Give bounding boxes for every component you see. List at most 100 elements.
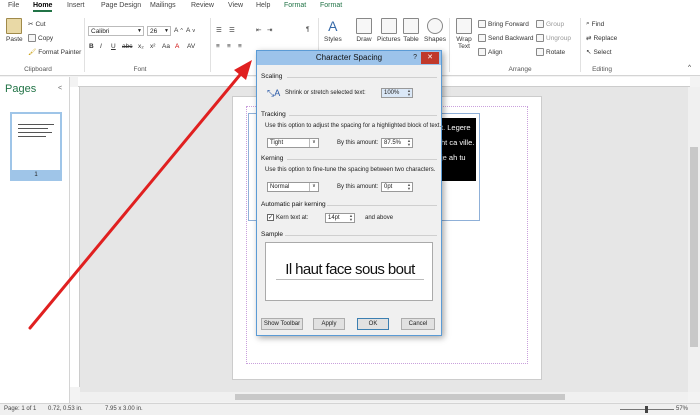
send-backward-button[interactable]: Send Backward [478, 34, 534, 42]
tab-format-text[interactable]: Format [284, 2, 306, 9]
apply-button[interactable]: Apply [313, 318, 345, 330]
kerning-select[interactable]: Normal ∨ [267, 182, 319, 192]
tab-help[interactable]: Help [256, 2, 270, 9]
strikethrough-button[interactable]: abc [122, 43, 132, 50]
kern-text-checkbox[interactable]: ✓ [267, 214, 274, 221]
paste-button[interactable]: Paste [6, 18, 23, 43]
change-case-button[interactable]: Aa [162, 43, 170, 50]
tracking-amount-input[interactable]: 87.5% ▲ ▼ [381, 138, 413, 148]
spinner-icon[interactable]: ▲ ▼ [407, 89, 411, 97]
tab-page-design[interactable]: Page Design [101, 2, 141, 9]
tracking-heading: Tracking [261, 111, 286, 118]
kerning-amount-label: By this amount: [337, 184, 379, 190]
cut-button[interactable]: ✂ Cut [28, 20, 46, 29]
tab-insert[interactable]: Insert [67, 2, 85, 9]
indent-increase-icon: ⇥ [267, 27, 273, 34]
decrease-indent-button[interactable]: ⇤ [256, 26, 261, 34]
kerning-amount-input[interactable]: 0pt ▲ ▼ [381, 182, 413, 192]
spinner-icon[interactable]: ▲ ▼ [407, 183, 411, 191]
horizontal-scroll-thumb[interactable] [235, 394, 565, 400]
table-button[interactable]: Table [403, 18, 419, 43]
bold-button[interactable]: B [89, 43, 94, 50]
tab-home[interactable]: Home [33, 2, 53, 12]
text-box-content[interactable]: t. Legere ht ca ville. je ah tu [440, 118, 476, 181]
divider [289, 115, 437, 116]
scaling-heading: Scaling [261, 73, 283, 80]
close-button[interactable]: ✕ [421, 52, 439, 64]
group-icon [536, 20, 544, 28]
tab-view[interactable]: View [228, 2, 243, 9]
align-right-button[interactable]: ≡ [238, 43, 242, 50]
find-button[interactable]: ⌕ Find [586, 20, 604, 28]
divider [285, 235, 437, 236]
tracking-select[interactable]: Tight ∨ [267, 138, 319, 148]
ungroup-icon [536, 34, 544, 42]
font-size-combo[interactable]: 26 ▼ [147, 26, 171, 36]
bullets-button[interactable]: ☰ [216, 26, 222, 34]
vertical-scrollbar[interactable] [688, 87, 700, 392]
zoom-level: 57% [676, 406, 689, 412]
kern-text-input[interactable]: 14pt ▲ ▼ [325, 213, 355, 223]
divider [287, 77, 437, 78]
bring-forward-button[interactable]: Bring Forward [478, 20, 529, 28]
tab-review[interactable]: Review [191, 2, 214, 9]
chevron-down-icon: ∨ [309, 183, 318, 191]
collapse-ribbon-button[interactable]: ^ [688, 64, 691, 71]
paste-icon [6, 18, 23, 34]
replace-button[interactable]: ⇄ Replace [586, 34, 617, 43]
align-button[interactable]: Align [478, 48, 502, 56]
chevron-down-icon: ▼ [164, 28, 169, 34]
ok-button[interactable]: OK [357, 318, 389, 330]
styles-button[interactable]: A Styles [324, 18, 342, 43]
divider [287, 159, 437, 160]
tab-mailings[interactable]: Mailings [150, 2, 176, 9]
search-icon: ⌕ [586, 20, 590, 27]
format-painter-button[interactable]: 🖌 Format Painter [28, 48, 81, 57]
cancel-button[interactable]: Cancel [401, 318, 435, 330]
pages-pane-title: Pages [5, 83, 37, 95]
align-center-button[interactable]: ≡ [227, 43, 231, 50]
show-marks-button[interactable]: ¶ [306, 26, 310, 33]
tab-format-drawing[interactable]: Format [320, 2, 342, 9]
copy-button[interactable]: Copy [28, 34, 53, 42]
collapse-pane-icon[interactable]: < [58, 85, 62, 92]
page-thumbnail[interactable] [10, 112, 62, 172]
group-button[interactable]: Group [536, 20, 564, 28]
grow-font-button[interactable]: A ^ [174, 27, 183, 34]
character-spacing-button[interactable]: AV [187, 43, 195, 50]
zoom-slider-thumb[interactable] [645, 406, 648, 413]
text-line: je ah tu [441, 153, 466, 162]
rotate-icon [536, 48, 544, 56]
draw-button[interactable]: Draw [356, 18, 372, 43]
kern-text-label: Kern text at: [276, 215, 309, 221]
font-name-combo[interactable]: Calibri ▼ [88, 26, 144, 36]
tab-file[interactable]: File [8, 2, 19, 9]
page-thumbnail-number: 1 [10, 172, 62, 181]
subscript-button[interactable]: x₂ [138, 43, 144, 50]
styles-icon: A [328, 18, 338, 34]
vertical-ruler[interactable] [70, 87, 80, 387]
align-left-button[interactable]: ≡ [216, 43, 220, 50]
italic-button[interactable]: I [100, 43, 102, 50]
superscript-button[interactable]: x² [150, 43, 155, 50]
font-color-button[interactable]: A [175, 43, 179, 50]
numbering-button[interactable]: ☰ [229, 26, 235, 34]
rotate-button[interactable]: Rotate [536, 48, 565, 56]
chevron-down-icon: ▼ [137, 28, 142, 34]
ungroup-button[interactable]: Ungroup [536, 34, 571, 42]
shrink-font-button[interactable]: Av [186, 27, 195, 34]
shapes-button[interactable]: Shapes [424, 18, 446, 43]
ribbon-tabs: File Home Insert Page Design Mailings Re… [0, 0, 700, 14]
scaling-input[interactable]: 100% ▲ ▼ [381, 88, 413, 98]
underline-button[interactable]: U [111, 43, 116, 50]
wrap-text-button[interactable]: Wrap Text [454, 18, 474, 50]
increase-indent-button[interactable]: ⇥ [267, 26, 272, 34]
pictures-button[interactable]: Pictures [377, 18, 400, 43]
select-button[interactable]: ↖ Select [586, 48, 612, 57]
tracking-description: Use this option to adjust the spacing fo… [265, 123, 442, 129]
picture-icon [380, 18, 397, 34]
show-toolbar-button[interactable]: Show Toolbar [261, 318, 303, 330]
help-button[interactable]: ? [413, 51, 417, 65]
spinner-icon[interactable]: ▲ ▼ [349, 214, 353, 222]
spinner-icon[interactable]: ▲ ▼ [407, 139, 411, 147]
